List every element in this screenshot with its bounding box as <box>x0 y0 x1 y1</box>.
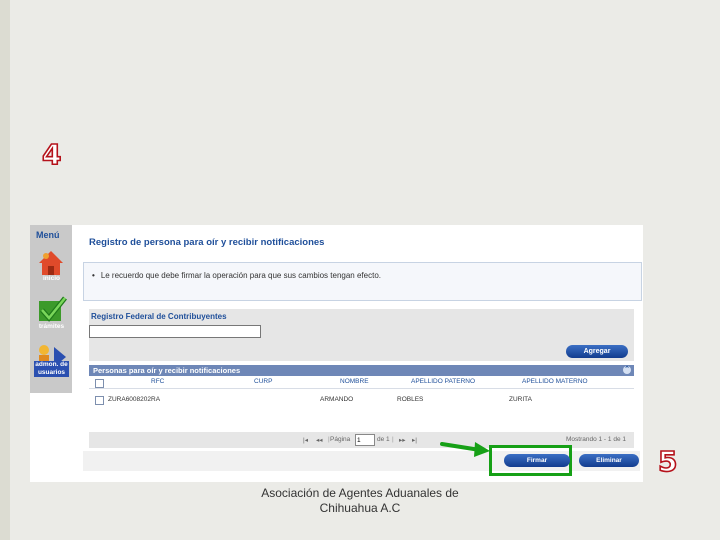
column-header-apellido-materno[interactable]: APELLIDO MATERNO <box>522 378 588 385</box>
grid-title: Personas para oír y recibir notificacion… <box>89 365 634 376</box>
cell-apellido-materno: ZURITA <box>509 396 532 403</box>
page-number-input[interactable] <box>355 434 375 446</box>
record-count: Mostrando 1 - 1 de 1 <box>566 436 626 443</box>
slide-footer: Asociación de Agentes Aduanales de Chihu… <box>250 486 470 516</box>
sidebar-item-usuarios[interactable]: admon. de usuarios <box>34 341 69 377</box>
next-page-icon[interactable]: ▸▸ <box>399 436 406 444</box>
grid-title-text: Personas para oír y recibir notificacion… <box>93 366 241 375</box>
rfc-input[interactable] <box>89 325 261 338</box>
column-header-apellido-paterno[interactable]: APELLIDO PATERNO <box>411 378 475 385</box>
footer-line-2: Chihuahua A.C <box>319 501 401 515</box>
notice-text: Le recuerdo que debe firmar la operación… <box>92 271 381 280</box>
column-header-curp[interactable]: CURP <box>254 378 272 385</box>
page-count: de 1 <box>377 436 390 443</box>
sidebar-item-label: admon. de usuarios <box>34 361 69 377</box>
footer-line-1: Asociación de Agentes Aduanales de <box>261 486 459 500</box>
column-header-rfc[interactable]: RFC <box>151 378 164 385</box>
menu-title: Menú <box>36 230 60 240</box>
cell-rfc: ZURA6008202RA <box>108 396 161 403</box>
sidebar-item-label: inicio <box>43 275 60 282</box>
prev-page-icon[interactable]: ◂◂ <box>316 436 323 444</box>
home-icon <box>39 251 63 275</box>
sign-button[interactable]: Firmar <box>504 454 570 467</box>
first-page-icon[interactable]: |◂ <box>303 436 308 444</box>
sidebar-item-inicio[interactable]: inicio <box>34 247 69 283</box>
pointer-arrow-icon <box>440 442 490 457</box>
page-title: Registro de persona para oír y recibir n… <box>89 237 325 248</box>
sidebar-item-label: trámites <box>38 323 65 330</box>
collapse-icon[interactable]: ⌃ <box>623 366 631 374</box>
cell-nombre: ARMANDO <box>320 396 354 403</box>
rfc-label: Registro Federal de Contribuyentes <box>91 312 227 321</box>
select-all-checkbox[interactable] <box>95 379 104 388</box>
grid-column-headers: RFC CURP NOMBRE APELLIDO PATERNO APELLID… <box>89 378 634 389</box>
app-screenshot: Menú inicio trámites admon. de usuarios … <box>30 225 643 482</box>
delete-button[interactable]: Eliminar <box>579 454 639 467</box>
sidebar-item-tramites[interactable]: trámites <box>34 295 69 331</box>
last-page-icon[interactable]: ▸| <box>412 436 417 444</box>
table-row[interactable]: ZURA6008202RA ARMANDO ROBLES ZURITA <box>89 394 634 406</box>
step-number-4: 4 <box>41 137 62 172</box>
cell-apellido-paterno: ROBLES <box>397 396 424 403</box>
column-header-nombre[interactable]: NOMBRE <box>340 378 369 385</box>
checkmark-icon <box>39 296 67 322</box>
notice-panel: Le recuerdo que debe firmar la operación… <box>83 262 642 301</box>
slide-left-strip <box>0 0 10 540</box>
persons-grid: Personas para oír y recibir notificacion… <box>89 365 634 437</box>
add-button[interactable]: Agregar <box>566 345 628 358</box>
step-number-5: 5 <box>657 444 678 479</box>
rfc-form-panel: Registro Federal de Contribuyentes Agreg… <box>89 309 634 361</box>
page-label: Página <box>330 436 351 443</box>
row-checkbox[interactable] <box>95 396 104 405</box>
sidebar-menu: Menú inicio trámites admon. de usuarios <box>30 225 72 393</box>
